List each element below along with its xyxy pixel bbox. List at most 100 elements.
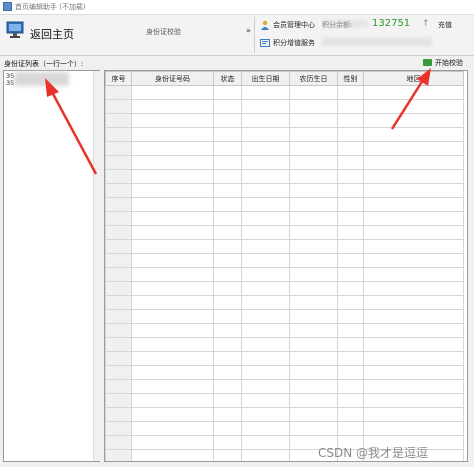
table-cell[interactable] [337,239,364,254]
table-cell[interactable] [131,253,214,268]
table-cell[interactable] [131,267,214,282]
row-header-cell[interactable] [105,85,132,100]
table-cell[interactable] [213,421,242,436]
table-row[interactable] [105,407,464,422]
table-cell[interactable] [337,155,364,170]
table-cell[interactable] [241,337,290,352]
table-cell[interactable] [213,113,242,128]
table-cell[interactable] [363,337,464,352]
table-cell[interactable] [241,281,290,296]
table-cell[interactable] [131,449,214,461]
table-cell[interactable] [337,393,364,408]
table-cell[interactable] [213,183,242,198]
table-cell[interactable] [363,211,464,226]
table-cell[interactable] [289,295,338,310]
table-cell[interactable] [213,337,242,352]
table-cell[interactable] [289,253,338,268]
table-cell[interactable] [289,407,338,422]
table-cell[interactable] [213,435,242,450]
table-cell[interactable] [241,421,290,436]
row-header-cell[interactable] [105,407,132,422]
table-cell[interactable] [213,141,242,156]
table-cell[interactable] [337,183,364,198]
table-row[interactable] [105,281,464,296]
row-header-cell[interactable] [105,281,132,296]
table-cell[interactable] [289,225,338,240]
table-cell[interactable] [289,169,338,184]
row-header-cell[interactable] [105,239,132,254]
table-cell[interactable] [289,99,338,114]
collapse-arrow-icon[interactable]: » [246,26,251,35]
table-row[interactable] [105,197,464,212]
table-cell[interactable] [289,309,338,324]
table-cell[interactable] [289,365,338,380]
table-cell[interactable] [337,141,364,156]
table-cell[interactable] [241,407,290,422]
table-row[interactable] [105,141,464,156]
table-cell[interactable] [337,309,364,324]
table-cell[interactable] [213,365,242,380]
table-cell[interactable] [289,127,338,142]
table-cell[interactable] [213,449,242,461]
row-header-cell[interactable] [105,155,132,170]
table-cell[interactable] [289,183,338,198]
table-cell[interactable] [131,309,214,324]
table-cell[interactable] [337,421,364,436]
table-cell[interactable] [241,99,290,114]
row-header-cell[interactable] [105,449,132,461]
table-cell[interactable] [241,183,290,198]
table-cell[interactable] [131,407,214,422]
id-list-textarea[interactable]: 35 35 [3,70,101,462]
table-cell[interactable] [213,393,242,408]
table-cell[interactable] [241,393,290,408]
table-row[interactable] [105,85,464,100]
table-cell[interactable] [131,141,214,156]
table-cell[interactable] [241,379,290,394]
table-cell[interactable] [363,113,464,128]
table-cell[interactable] [131,197,214,212]
row-header-cell[interactable] [105,421,132,436]
table-cell[interactable] [131,295,214,310]
table-cell[interactable] [337,407,364,422]
table-cell[interactable] [241,225,290,240]
table-cell[interactable] [337,253,364,268]
table-cell[interactable] [289,351,338,366]
table-cell[interactable] [289,155,338,170]
table-cell[interactable] [337,267,364,282]
table-cell[interactable] [213,169,242,184]
table-row[interactable] [105,379,464,394]
table-cell[interactable] [213,127,242,142]
table-cell[interactable] [131,365,214,380]
table-row[interactable] [105,155,464,170]
result-grid[interactable]: 序号 身份证号码 状态 出生日期 农历生日 性别 地区 [104,70,468,462]
table-cell[interactable] [131,435,214,450]
table-cell[interactable] [213,211,242,226]
table-cell[interactable] [289,337,338,352]
table-cell[interactable] [363,351,464,366]
table-row[interactable] [105,183,464,198]
table-cell[interactable] [337,281,364,296]
table-cell[interactable] [241,127,290,142]
table-cell[interactable] [213,351,242,366]
table-row[interactable] [105,421,464,436]
tab-id-check[interactable]: 身份证校验 [146,27,181,37]
row-header-cell[interactable] [105,393,132,408]
table-cell[interactable] [363,253,464,268]
table-cell[interactable] [213,239,242,254]
table-cell[interactable] [363,239,464,254]
column-header-birth-date[interactable]: 出生日期 [241,71,290,86]
table-cell[interactable] [337,99,364,114]
column-header-lunar-birthday[interactable]: 农历生日 [289,71,338,86]
table-cell[interactable] [213,323,242,338]
column-header-region[interactable]: 地区 [363,71,464,86]
table-cell[interactable] [131,169,214,184]
table-cell[interactable] [241,365,290,380]
table-cell[interactable] [363,407,464,422]
column-header-id-number[interactable]: 身份证号码 [131,71,214,86]
table-row[interactable] [105,225,464,240]
table-row[interactable] [105,351,464,366]
table-cell[interactable] [241,85,290,100]
table-cell[interactable] [289,379,338,394]
table-cell[interactable] [363,225,464,240]
table-row[interactable] [105,99,464,114]
